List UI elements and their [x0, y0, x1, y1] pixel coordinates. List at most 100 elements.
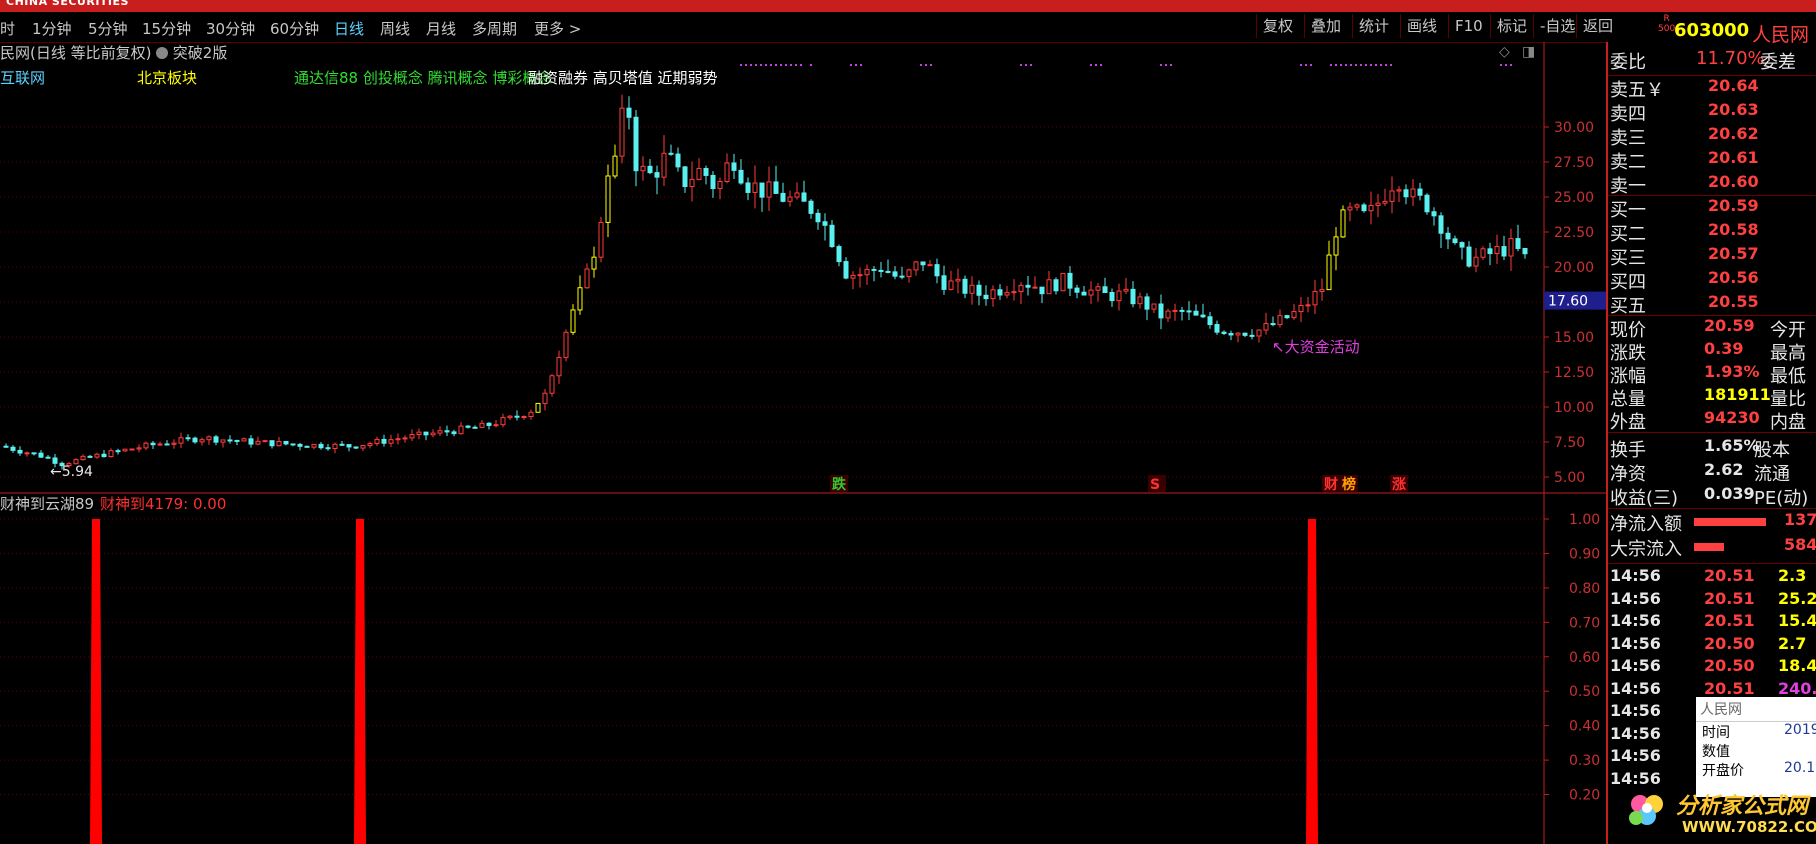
candle — [1382, 188, 1388, 206]
tooltip-title: 人民网 — [1696, 697, 1816, 722]
tooltip-row-label: 时间 — [1702, 725, 1730, 741]
period-tab[interactable]: 周线 — [380, 18, 410, 39]
tooltip-row: 时间 2019 — [1696, 722, 1816, 741]
toolbar-button[interactable]: 返回 — [1576, 14, 1619, 38]
signal-spike — [90, 519, 102, 844]
candle — [479, 420, 485, 428]
candle — [143, 441, 149, 451]
fin-right-label: 股本 — [1754, 440, 1790, 461]
candle — [633, 109, 639, 187]
fin-value: 0.039 — [1704, 484, 1755, 503]
candle — [808, 199, 814, 219]
candle — [1508, 228, 1514, 271]
candle — [150, 440, 156, 449]
signal-spike — [354, 519, 366, 844]
period-tab[interactable]: 30分钟 — [206, 18, 255, 39]
candle — [199, 437, 205, 446]
candle — [724, 153, 730, 184]
fin-right-label: PE(动) — [1754, 488, 1809, 509]
signal-marker: 涨 — [1390, 475, 1408, 493]
toolbar-button[interactable]: F10 — [1448, 14, 1489, 38]
candle — [318, 442, 324, 450]
svg-text:财: 财 — [1323, 476, 1338, 493]
period-toolbar: 时 1分钟 5分钟 15分钟 30分钟 60分钟 日线 周线 月线 多周期 更多 > 复权 叠加 统计画… — [0, 12, 1816, 43]
tick-volume: 18.4 — [1778, 656, 1816, 675]
candle — [948, 270, 954, 291]
candle — [962, 275, 968, 299]
candle — [850, 271, 856, 290]
candle — [668, 144, 674, 156]
tooltip-row-label: 数值 — [1702, 744, 1730, 760]
stat-value: 181911 — [1704, 385, 1771, 404]
toolbar-button[interactable]: -自选 — [1533, 14, 1581, 38]
candle — [1501, 235, 1507, 261]
y-tick-label: 10.00 — [1554, 400, 1594, 416]
indicator-chart[interactable]: 1.00 0.90 0.80 0.70 0.60 0.50 0.40 0.30 0.20 — [0, 494, 1606, 844]
tooltip-row-value: 20.1 — [1784, 760, 1816, 776]
period-tab[interactable]: 更多 > — [534, 18, 581, 39]
toolbar-button[interactable]: 标记 — [1490, 14, 1533, 38]
period-tab[interactable]: 多周期 — [472, 18, 517, 39]
candle — [514, 410, 520, 421]
tooltip-row-label: 开盘价 — [1702, 763, 1744, 779]
candle — [1207, 311, 1213, 329]
candle — [1102, 277, 1108, 293]
candle — [605, 164, 611, 238]
candle — [1214, 320, 1220, 335]
toolbar-button[interactable]: 统计 — [1352, 14, 1395, 38]
weibi-value: 11.70% — [1696, 48, 1765, 69]
flow-bar — [1694, 518, 1766, 526]
candle — [864, 264, 870, 285]
candle — [395, 433, 401, 445]
stock-code: 603000 — [1674, 20, 1750, 41]
candle — [374, 436, 380, 446]
main-candlestick-chart[interactable]: 30.0027.5025.0022.5020.0017.5015.0012.50… — [0, 42, 1606, 494]
candle — [556, 350, 562, 384]
period-tab[interactable]: 1分钟 — [32, 18, 72, 39]
tick-price: 20.50 — [1704, 633, 1755, 653]
candle — [45, 455, 51, 459]
weicha-label: 委差 — [1760, 52, 1796, 73]
period-tab[interactable]: 60分钟 — [270, 18, 319, 39]
toolbar-button[interactable]: 叠加 — [1304, 14, 1347, 38]
candle — [906, 268, 912, 283]
period-tab[interactable]: 5分钟 — [88, 18, 128, 39]
toolbar-button[interactable]: 复权 — [1256, 14, 1299, 38]
toolbar-button[interactable]: 画线 — [1400, 14, 1443, 38]
candle — [423, 431, 429, 441]
period-tab[interactable]: 日线 — [334, 18, 364, 39]
candle — [1445, 227, 1451, 250]
candle — [1018, 282, 1024, 305]
y-tick-label: 22.50 — [1554, 225, 1594, 241]
candle — [780, 182, 786, 203]
flower-logo-icon — [1629, 795, 1663, 825]
sell-level-price: 20.62 — [1708, 124, 1759, 143]
candle — [612, 144, 618, 179]
crosshair-price: 17.60 — [1548, 294, 1588, 310]
candle — [563, 329, 569, 362]
candle — [1144, 293, 1150, 321]
candle — [213, 434, 219, 446]
candle — [829, 220, 835, 248]
candle — [346, 444, 352, 452]
y-tick-label: 30.00 — [1554, 120, 1594, 136]
candle — [549, 373, 555, 397]
candle — [24, 451, 30, 457]
tooltip-row: 数值 — [1696, 741, 1816, 760]
broker-logo: CHINA SECURITIES — [6, 0, 129, 8]
signal-spike — [1306, 519, 1318, 844]
svg-text:榜: 榜 — [1342, 476, 1356, 493]
candle — [1347, 202, 1353, 222]
candle — [871, 265, 877, 282]
period-tab[interactable]: 时 — [0, 18, 15, 39]
period-tab[interactable]: 月线 — [426, 18, 456, 39]
candle — [353, 446, 359, 449]
site-watermark: 分析家公式网 WWW.70822.COM — [1618, 782, 1816, 844]
candle — [934, 258, 940, 284]
candle — [451, 429, 457, 437]
candle — [185, 434, 191, 442]
tick-time: 14:56 — [1610, 701, 1661, 720]
candle — [1494, 234, 1500, 264]
candle — [486, 422, 492, 430]
period-tab[interactable]: 15分钟 — [142, 18, 191, 39]
